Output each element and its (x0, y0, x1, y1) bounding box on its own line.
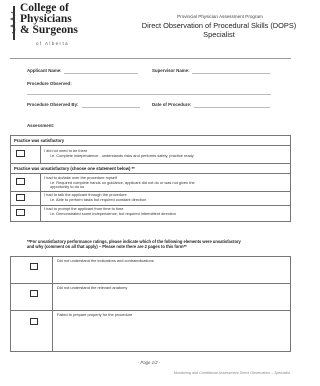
prompted-checkbox[interactable] (16, 209, 25, 216)
table-divider (10, 283, 291, 284)
table-divider (10, 163, 291, 164)
logo-mark-icon (10, 6, 16, 40)
date-of-procedure-field[interactable] (194, 107, 270, 108)
element-anatomy: Did not understand the relevant anatomy (57, 285, 128, 290)
element-indications: Did not understand the indications and c… (57, 258, 154, 263)
observed-by-label: Procedure Observed By: (27, 102, 79, 107)
procedure-observed-label: Procedure Observed: (27, 81, 72, 86)
procedure-observed-field[interactable] (27, 94, 271, 95)
applicant-name-label: Applicant Name: (27, 68, 62, 73)
preparation-checkbox[interactable] (30, 318, 38, 325)
satisfactory-item: I did not need to be there i.e. Complete… (44, 148, 194, 158)
table-divider (40, 145, 41, 163)
unsatisfactory-note: **For unsatisfactory performance ratings… (27, 239, 289, 249)
form-title: Direct Observation of Procedural Skills … (140, 21, 298, 39)
satisfactory-item-line2: i.e. Complete independence , understands… (50, 152, 194, 158)
table-divider (10, 145, 291, 146)
observed-by-field[interactable] (82, 107, 140, 108)
applicant-name-field[interactable] (64, 73, 138, 74)
assessment-label: Assessment: (27, 123, 55, 128)
table-divider (10, 173, 291, 174)
date-of-procedure-label: Date of Procedure: (152, 102, 192, 107)
assessment-item-line2: i.e. Able to perform tasks but required … (50, 196, 147, 202)
table-divider (40, 173, 41, 222)
program-name: Provincial Physician Assessment Program (177, 14, 263, 19)
assessment-item: I had to prompt the applicant from time … (44, 206, 176, 216)
logo-text-line3: & Surgeons (20, 24, 78, 36)
assessment-item: I had to do/take over the procedure myse… (44, 175, 195, 190)
page-number: - Page 1/2 - (137, 360, 161, 365)
assessment-item: I had to talk the applicant through the … (44, 192, 147, 202)
logo-text-line4: of Alberta (36, 41, 70, 46)
form-title-line1: Direct Observation of Procedural Skills … (141, 21, 297, 30)
supervisor-name-label: Supervisor Name: (152, 68, 190, 73)
table-divider (52, 256, 53, 352)
indications-checkbox[interactable] (30, 263, 38, 270)
anatomy-checkbox[interactable] (30, 290, 38, 297)
satisfactory-header: Practice was satisfactory (14, 138, 65, 143)
table-divider (10, 310, 291, 311)
took-over-checkbox[interactable] (16, 178, 25, 185)
supervisor-name-field[interactable] (192, 73, 270, 74)
element-preparation: Failed to prepare properly for the proce… (57, 312, 133, 317)
unsatisfactory-note-line2: and why (comment on all that apply) – Pl… (27, 244, 187, 249)
footer-text: Monitoring and Conditional Assessment Di… (173, 371, 290, 375)
header-divider (10, 58, 291, 59)
satisfactory-checkbox[interactable] (16, 150, 25, 157)
form-title-line2: Specialist (203, 30, 235, 39)
assessment-item-line3: opportunity to do so (50, 184, 85, 190)
talked-through-checkbox[interactable] (16, 194, 25, 201)
assessment-item-line2: i.e. Demonstrated some independence, but… (50, 210, 176, 216)
unsatisfactory-header: Practice was unsatisfactory (choose one … (14, 166, 135, 171)
